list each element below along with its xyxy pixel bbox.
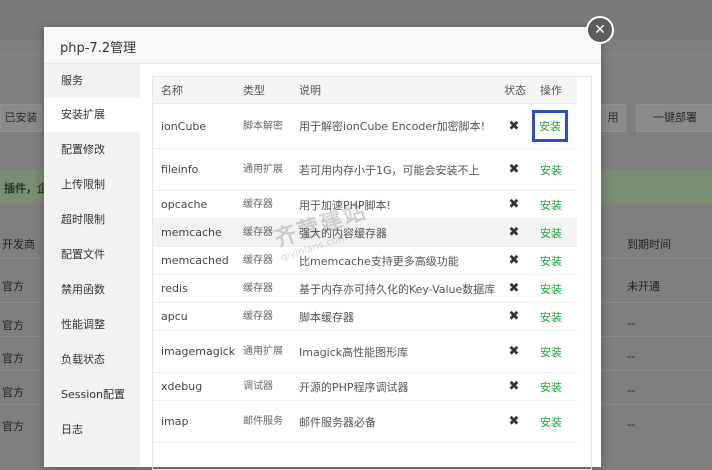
table-row: fileinfo 通用扩展 若可用内存小于1G，可能会安装不上 ✖ 安装 bbox=[153, 148, 577, 191]
background-cell-vendor: 官方 bbox=[2, 319, 24, 332]
ext-desc: 用于解密ionCube Encoder加密脚本! bbox=[291, 103, 496, 149]
background-cell-expiry: -- bbox=[627, 317, 635, 330]
table-row: redis 缓存器 基于内存亦可持久化的Key-Value数据库 ✖ 安装 bbox=[153, 274, 577, 303]
ext-desc: Imagick高性能图形库 bbox=[291, 330, 496, 373]
extensions-table: 名称 类型 说明 状态 操作 ionCube 脚本解密 用于解密ionCube … bbox=[153, 77, 577, 443]
ext-name: apcu bbox=[153, 302, 235, 331]
install-button[interactable]: 安装 bbox=[540, 309, 562, 325]
ext-name: ionCube bbox=[153, 103, 235, 149]
status-not-installed-icon: ✖ bbox=[496, 246, 532, 275]
ext-type: 缓存器 bbox=[235, 190, 291, 219]
ext-name: memcache bbox=[153, 218, 235, 247]
background-header-vendor: 开发商 bbox=[2, 238, 35, 251]
background-header-expiry: 到期时间 bbox=[627, 238, 671, 251]
status-not-installed-icon: ✖ bbox=[496, 218, 532, 247]
sidebar-item-install-extensions[interactable]: 安装扩展 bbox=[44, 98, 140, 132]
table-row: ionCube 脚本解密 用于解密ionCube Encoder加密脚本! ✖ … bbox=[153, 103, 577, 149]
install-button[interactable]: 安装 bbox=[540, 253, 562, 269]
ext-type: 缓存器 bbox=[235, 274, 291, 303]
status-not-installed-icon: ✖ bbox=[496, 274, 532, 303]
header-op: 操作 bbox=[532, 77, 577, 104]
sidebar-item-config-file[interactable]: 配置文件 bbox=[44, 238, 140, 272]
ext-desc: 若可用内存小于1G，可能会安装不上 bbox=[291, 148, 496, 191]
sidebar-item-load-status[interactable]: 负载状态 bbox=[44, 343, 140, 377]
status-not-installed-icon: ✖ bbox=[496, 190, 532, 219]
sidebar-item-disabled-functions[interactable]: 禁用函数 bbox=[44, 273, 140, 307]
status-not-installed-icon: ✖ bbox=[496, 103, 532, 149]
background-cell-expiry: -- bbox=[627, 384, 635, 397]
background-notice-text: 插件，企 bbox=[4, 182, 48, 195]
install-button[interactable]: 安装 bbox=[540, 162, 562, 178]
extensions-table-container: 名称 类型 说明 状态 操作 ionCube 脚本解密 用于解密ionCube … bbox=[152, 76, 592, 470]
table-row: apcu 缓存器 脚本缓存器 ✖ 安装 bbox=[153, 302, 577, 331]
ext-name: redis bbox=[153, 274, 235, 303]
sidebar-item-upload-limit[interactable]: 上传限制 bbox=[44, 168, 140, 202]
status-not-installed-icon: ✖ bbox=[496, 400, 532, 443]
install-button[interactable]: 安装 bbox=[540, 197, 562, 213]
modal-sidebar: 服务 安装扩展 配置修改 上传限制 超时限制 配置文件 禁用函数 性能调整 负载… bbox=[44, 64, 140, 467]
install-button[interactable]: 安装 bbox=[540, 414, 562, 430]
table-row: xdebug 调试器 开源的PHP程序调试器 ✖ 安装 bbox=[153, 372, 577, 401]
background-cell-vendor: 官方 bbox=[2, 420, 24, 433]
header-type: 类型 bbox=[235, 77, 291, 104]
ext-desc: 开源的PHP程序调试器 bbox=[291, 372, 496, 401]
install-button[interactable]: 安装 bbox=[540, 379, 562, 395]
background-cell-expiry: 未开通 bbox=[627, 280, 660, 293]
table-row: imagemagick 通用扩展 Imagick高性能图形库 ✖ 安装 bbox=[153, 330, 577, 373]
ext-desc: 基于内存亦可持久化的Key-Value数据库 bbox=[291, 274, 496, 303]
status-not-installed-icon: ✖ bbox=[496, 148, 532, 191]
ext-name: fileinfo bbox=[153, 148, 235, 191]
install-button[interactable]: 安装 bbox=[540, 344, 562, 360]
table-row: imap 邮件服务 邮件服务器必备 ✖ 安装 bbox=[153, 400, 577, 443]
ext-name: memcached bbox=[153, 246, 235, 275]
header-status: 状态 bbox=[496, 77, 532, 104]
sidebar-item-session-config[interactable]: Session配置 bbox=[44, 378, 140, 412]
ext-desc: 脚本缓存器 bbox=[291, 302, 496, 331]
install-button[interactable]: 安装 bbox=[540, 281, 562, 297]
ext-desc: 邮件服务器必备 bbox=[291, 400, 496, 443]
status-not-installed-icon: ✖ bbox=[496, 302, 532, 331]
sidebar-item-performance[interactable]: 性能调整 bbox=[44, 308, 140, 342]
table-header-row: 名称 类型 说明 状态 操作 bbox=[153, 77, 577, 104]
ext-type: 缓存器 bbox=[235, 302, 291, 331]
modal-title-bar: php-7.2管理 bbox=[44, 27, 601, 64]
ext-type: 通用扩展 bbox=[235, 148, 291, 191]
modal-title: php-7.2管理 bbox=[60, 41, 137, 56]
background-toolbar-button[interactable]: 用 bbox=[600, 104, 626, 132]
ext-name: imagemagick bbox=[153, 330, 235, 373]
status-not-installed-icon: ✖ bbox=[496, 372, 532, 401]
install-button[interactable]: 安装 bbox=[540, 225, 562, 241]
ext-name: opcache bbox=[153, 190, 235, 219]
table-row: memcached 缓存器 比memcache支持更多高级功能 ✖ 安装 bbox=[153, 246, 577, 275]
ext-type: 调试器 bbox=[235, 372, 291, 401]
php-manager-modal: php-7.2管理 服务 安装扩展 配置修改 上传限制 超时限制 配置文件 禁用… bbox=[44, 27, 601, 470]
one-click-deploy-button[interactable]: 一键部署 bbox=[636, 104, 712, 132]
installed-filter-button[interactable]: 已安装 bbox=[0, 104, 42, 132]
sidebar-item-logs[interactable]: 日志 bbox=[44, 413, 140, 447]
ext-type: 邮件服务 bbox=[235, 400, 291, 443]
background-cell-vendor: 官方 bbox=[2, 352, 24, 365]
header-desc: 说明 bbox=[291, 77, 496, 104]
background-cell-expiry: -- bbox=[627, 418, 635, 431]
ext-type: 脚本解密 bbox=[235, 103, 291, 149]
ext-name: xdebug bbox=[153, 372, 235, 401]
sidebar-item-timeout-limit[interactable]: 超时限制 bbox=[44, 203, 140, 237]
ext-name: imap bbox=[153, 400, 235, 443]
status-not-installed-icon: ✖ bbox=[496, 330, 532, 373]
sidebar-item-config-edit[interactable]: 配置修改 bbox=[44, 133, 140, 167]
sidebar-item-service[interactable]: 服务 bbox=[44, 64, 140, 98]
background-cell-expiry: -- bbox=[627, 350, 635, 363]
ext-type: 通用扩展 bbox=[235, 330, 291, 373]
background-cell-vendor: 官方 bbox=[2, 280, 24, 293]
header-name: 名称 bbox=[153, 77, 235, 104]
background-cell-vendor: 官方 bbox=[2, 386, 24, 399]
install-button[interactable]: 安装 bbox=[532, 110, 568, 142]
close-icon[interactable]: ✕ bbox=[586, 16, 614, 44]
